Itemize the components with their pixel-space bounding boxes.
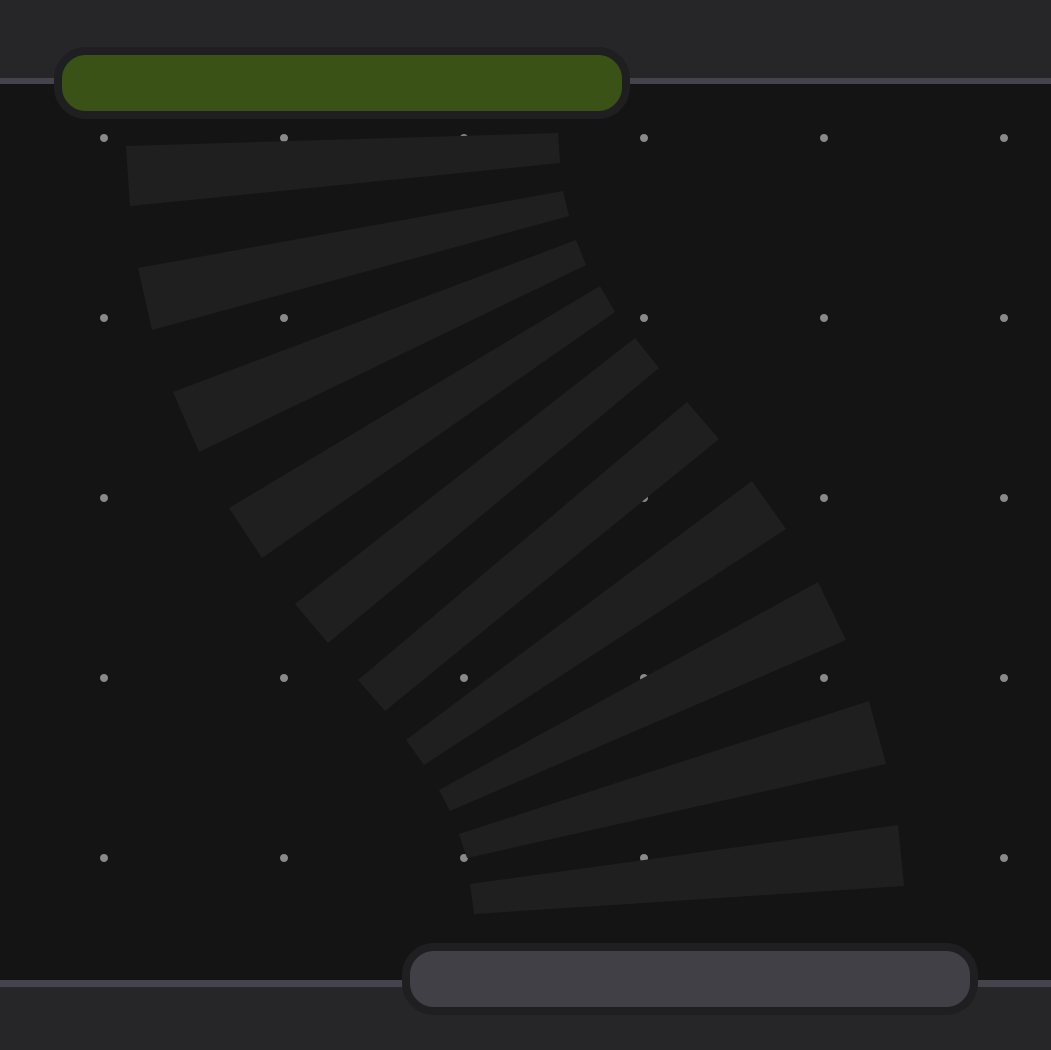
grid-dot	[1000, 854, 1008, 862]
grid-dot	[1000, 314, 1008, 322]
grid-dot	[280, 314, 288, 322]
grid-dot	[1000, 674, 1008, 682]
grid-dot	[280, 854, 288, 862]
grid-dot	[1000, 494, 1008, 502]
grid-dot	[100, 314, 108, 322]
source-slot[interactable]	[54, 47, 630, 119]
grid-dot	[100, 134, 108, 142]
ribbon-segment[interactable]	[138, 191, 569, 330]
grid-dot	[280, 674, 288, 682]
grid-dot	[820, 314, 828, 322]
grid-dot	[280, 134, 288, 142]
grid-dot	[100, 494, 108, 502]
grid-dot	[460, 674, 468, 682]
ribbon-canvas	[100, 133, 1008, 914]
target-slot[interactable]	[402, 943, 978, 1015]
ribbon-fan[interactable]	[126, 133, 904, 914]
grid-dot	[100, 674, 108, 682]
puzzle-board	[0, 0, 1051, 1050]
grid-dot	[100, 854, 108, 862]
ribbon-segment[interactable]	[459, 701, 886, 858]
grid-dot	[820, 674, 828, 682]
grid-dot	[820, 134, 828, 142]
ribbon-segment[interactable]	[126, 133, 560, 206]
grid-dot	[1000, 134, 1008, 142]
grid-dot	[640, 314, 648, 322]
grid-dot	[820, 494, 828, 502]
grid-dot	[640, 134, 648, 142]
